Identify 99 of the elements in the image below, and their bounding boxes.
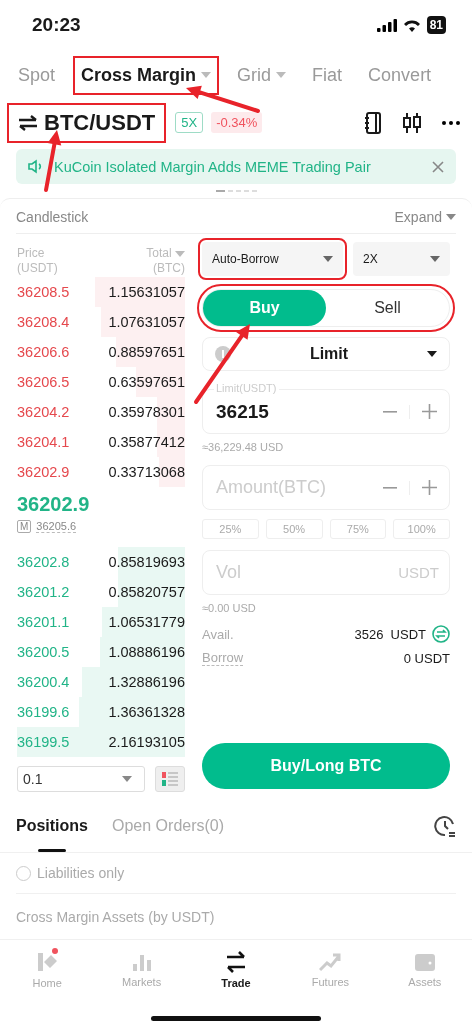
total-cell: 1.32886196 — [108, 674, 185, 690]
plus-icon[interactable] — [422, 480, 437, 495]
wallet-icon — [413, 952, 436, 972]
bar-chart-icon — [131, 952, 152, 972]
order-row[interactable]: 36204.1 0.35877412 — [17, 427, 185, 457]
price-cell: 36202.8 — [17, 554, 70, 570]
caret-icon — [427, 351, 437, 357]
caret-icon — [175, 251, 185, 257]
price-cell: 36199.6 — [17, 704, 70, 720]
side-tab[interactable]: Sell — [326, 290, 449, 326]
order-row[interactable]: 36202.9 0.33713068 — [17, 457, 185, 487]
leverage-dropdown[interactable]: 2X — [353, 242, 450, 276]
caret-icon — [122, 776, 132, 782]
borrow-label: Borrow — [202, 650, 244, 666]
wifi-icon — [402, 18, 421, 32]
total-cell: 1.06531779 — [108, 614, 185, 630]
price-cell: 36200.4 — [17, 674, 70, 690]
usd-estimate: ≈0.00 USD — [202, 602, 257, 614]
minus-icon[interactable] — [383, 410, 397, 413]
close-icon[interactable] — [432, 160, 444, 173]
swap-icon — [225, 951, 247, 973]
order-row[interactable]: 36200.4 1.32886196 — [17, 667, 185, 697]
caret-icon — [276, 72, 287, 78]
history-icon[interactable] — [434, 815, 456, 837]
transfer-icon[interactable] — [432, 625, 450, 643]
price-cell: 36201.2 — [17, 584, 70, 600]
price-cell: 36201.1 — [17, 614, 70, 630]
total-cell: 1.15631057 — [108, 284, 185, 300]
order-row[interactable]: 36201.1 1.06531779 — [17, 607, 185, 637]
column-unit: (BTC) — [152, 261, 185, 276]
borrow-value: 0 USDT — [403, 650, 450, 666]
price-cell: 36199.5 — [17, 734, 70, 750]
more-icon[interactable] — [442, 120, 460, 125]
price-cell: 36202.9 — [17, 464, 70, 480]
swap-icon — [18, 114, 38, 131]
total-cell: 2.16193105 — [108, 734, 185, 750]
layout-button[interactable] — [155, 766, 185, 792]
total-cell: 0.88597651 — [108, 344, 185, 360]
price-cell: 36208.5 — [17, 284, 70, 300]
order-row[interactable]: 36199.5 2.16193105 — [17, 727, 185, 757]
nav-item[interactable]: Trade — [188, 951, 284, 989]
price-cell: 36204.2 — [17, 404, 70, 420]
section-title: Cross Margin Assets (by USDT) — [16, 908, 215, 925]
order-row[interactable]: 36202.8 0.85819693 — [17, 547, 185, 577]
order-type-dropdown[interactable]: Limit — [202, 337, 450, 371]
total-cell: 0.33713068 — [108, 464, 185, 480]
price-cell: 36206.6 — [17, 344, 70, 360]
last-price: 36202.9 — [17, 493, 91, 516]
home-logo-icon — [36, 951, 59, 973]
caret-icon — [323, 256, 333, 262]
minus-icon[interactable] — [383, 486, 397, 489]
total-cell: 1.08886196 — [108, 644, 185, 660]
info-icon — [215, 346, 231, 362]
order-row[interactable]: 36206.5 0.63597651 — [17, 367, 185, 397]
price-change-badge: -0.34% — [211, 112, 263, 133]
total-cell: 0.35877412 — [108, 434, 185, 450]
price-cell: 36204.1 — [17, 434, 70, 450]
market-tab[interactable]: Cross Margin — [73, 55, 220, 95]
leverage-badge: 5X — [175, 112, 204, 133]
total-cell: 1.07631057 — [108, 314, 185, 330]
column-unit: (USDT) — [17, 261, 58, 276]
caret-icon — [446, 214, 456, 220]
order-row[interactable]: 36200.5 1.08886196 — [17, 637, 185, 667]
caret-icon — [201, 72, 212, 78]
order-row[interactable]: 36208.5 1.15631057 — [17, 277, 185, 307]
battery-level: 81 — [426, 16, 446, 34]
trend-up-icon — [319, 952, 342, 972]
book-layout-icon — [162, 772, 178, 786]
caret-icon — [430, 256, 440, 262]
speaker-icon — [28, 159, 44, 174]
total-cell: 0.85819693 — [108, 554, 185, 570]
signal-icon — [376, 18, 397, 32]
order-row[interactable]: 36204.2 0.35978301 — [17, 397, 185, 427]
total-cell: 0.85820757 — [108, 584, 185, 600]
usd-estimate: ≈36,229.48 USD — [202, 441, 285, 453]
mark-price: 36205.6 — [36, 520, 77, 533]
notebook-icon[interactable] — [364, 111, 382, 134]
total-cell: 0.63597651 — [108, 374, 185, 390]
precision-dropdown[interactable]: 0.1 — [17, 766, 145, 792]
positions-tab[interactable]: Positions — [16, 800, 88, 852]
plus-icon[interactable] — [422, 404, 437, 419]
order-row[interactable]: 36206.6 0.88597651 — [17, 337, 185, 367]
order-row[interactable]: 36201.2 0.85820757 — [17, 577, 185, 607]
pair-selector[interactable]: BTC/USDT — [10, 105, 164, 140]
chart-toggle[interactable]: Candlestick — [16, 209, 89, 225]
order-row[interactable]: 36199.6 1.36361328 — [17, 697, 185, 727]
total-cell: 0.35978301 — [108, 404, 185, 420]
order-row[interactable]: 36208.4 1.07631057 — [17, 307, 185, 337]
price-cell: 36206.5 — [17, 374, 70, 390]
price-cell: 36208.4 — [17, 314, 70, 330]
available-label: Avail. — [202, 626, 234, 642]
column-header: Price — [17, 246, 46, 261]
expand-toggle[interactable]: Expand — [394, 209, 456, 225]
mark-badge: M — [17, 520, 32, 533]
clock-time: 20:23 — [32, 14, 81, 36]
price-cell: 36200.5 — [17, 644, 70, 660]
candlestick-icon[interactable] — [402, 111, 422, 134]
available-value: 3526 USDT — [354, 626, 426, 642]
total-cell: 1.36361328 — [108, 704, 185, 720]
